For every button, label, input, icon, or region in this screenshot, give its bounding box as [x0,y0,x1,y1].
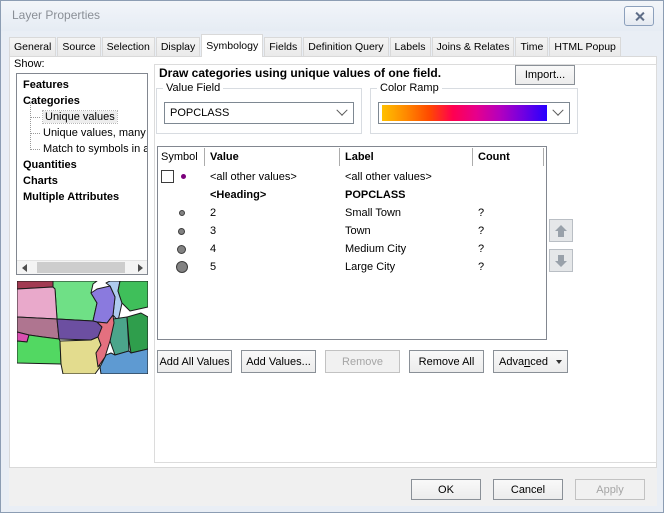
map-bottom-right [100,349,148,374]
column-header-symbol[interactable]: Symbol [158,148,205,166]
column-header-value[interactable]: Value [205,148,340,166]
apply-button[interactable]: Apply [575,479,645,500]
map-south-dakota [17,287,57,319]
all-other-values-checkbox[interactable] [161,170,174,183]
add-values-button[interactable]: Add Values... [241,350,316,373]
symbology-tab-panel: Show: Features Categories Unique values … [9,56,657,468]
map-iowa [57,319,102,340]
tab-symbology[interactable]: Symbology [201,34,263,57]
value-field-dropdown[interactable]: POPCLASS [164,102,354,124]
table-row[interactable]: 2 Small Town ? [158,204,546,222]
tab-html-popup[interactable]: HTML Popup [549,37,620,56]
ok-button[interactable]: OK [411,479,481,500]
all-other-values-symbol[interactable] [181,174,186,179]
layer-properties-dialog: Layer Properties General Source Selectio… [0,0,664,513]
tree-connector [30,103,40,118]
window-title: Layer Properties [12,8,100,22]
show-item-multiple-attributes[interactable]: Multiple Attributes [17,189,147,205]
chevron-down-icon[interactable] [331,109,353,117]
titlebar[interactable]: Layer Properties [1,1,663,31]
close-icon [634,11,645,22]
action-button-row: Add All Values Add Values... Remove Remo… [157,350,568,373]
map-missouri [60,337,101,374]
value-field-group: Value Field POPCLASS [156,88,362,134]
color-ramp-dropdown[interactable] [378,102,570,124]
column-header-label[interactable]: Label [340,148,473,166]
show-item-charts[interactable]: Charts [17,173,147,189]
tab-time[interactable]: Time [515,37,548,56]
table-row[interactable]: 4 Medium City ? [158,240,546,258]
remove-button[interactable]: Remove [325,350,400,373]
color-ramp-group: Color Ramp [370,88,578,134]
table-row[interactable]: <Heading> POPCLASS [158,186,546,204]
tab-definition-query[interactable]: Definition Query [303,37,388,56]
map-minnesota [53,281,97,321]
tab-display[interactable]: Display [156,37,200,56]
remove-all-button[interactable]: Remove All [409,350,484,373]
arrow-down-icon [553,253,569,269]
import-button[interactable]: Import... [515,65,575,85]
map-ohio [127,313,148,353]
tab-bar: General Source Selection Display Symbolo… [9,33,657,56]
table-header: Symbol Value Label Count [158,147,546,167]
add-all-values-button[interactable]: Add All Values [157,350,232,373]
move-down-button[interactable] [549,249,573,272]
scroll-right-arrow-icon[interactable] [133,261,147,274]
show-item-features[interactable]: Features [17,77,147,93]
tree-connector [30,119,40,134]
category-symbol[interactable] [176,261,188,273]
symbol-table: Symbol Value Label Count <all other valu… [157,146,547,340]
chevron-down-icon[interactable] [547,109,569,117]
cancel-button[interactable]: Cancel [493,479,563,500]
map-michigan [118,281,148,311]
color-ramp-label: Color Ramp [377,82,442,94]
show-tree-hscrollbar[interactable] [17,260,147,274]
table-row[interactable]: 5 Large City ? [158,258,546,276]
tab-fields[interactable]: Fields [264,37,302,56]
move-up-button[interactable] [549,219,573,242]
tab-labels[interactable]: Labels [390,37,431,56]
tab-general[interactable]: General [9,37,56,56]
value-field-value: POPCLASS [165,107,331,119]
tab-source[interactable]: Source [57,37,100,56]
category-symbol[interactable] [178,228,185,235]
value-field-label: Value Field [163,82,223,94]
dialog-button-row: OK Cancel Apply [9,468,657,506]
column-header-count[interactable]: Count [473,148,544,166]
category-symbol[interactable] [179,210,185,216]
show-tree: Features Categories Unique values Unique… [16,73,148,275]
scrollbar-thumb[interactable] [37,262,125,273]
advanced-button[interactable]: Advanced [493,350,568,373]
menu-dropdown-icon [556,360,562,364]
table-row[interactable]: <all other values> <all other values> [158,167,546,186]
tree-connector [30,135,40,150]
show-item-quantities[interactable]: Quantities [17,157,147,173]
arrow-up-icon [553,223,569,239]
tab-joins-relates[interactable]: Joins & Relates [432,37,515,56]
tab-selection[interactable]: Selection [102,37,155,56]
table-row[interactable]: 3 Town ? [158,222,546,240]
show-label: Show: [14,58,45,70]
close-button[interactable] [624,6,654,26]
show-item-match-symbols[interactable]: Match to symbols in a [17,141,147,157]
scroll-left-arrow-icon[interactable] [17,261,31,274]
map-preview [17,281,148,374]
color-ramp-swatch [382,105,547,121]
renderer-description: Draw categories using unique values of o… [159,66,441,80]
category-symbol[interactable] [177,245,186,254]
